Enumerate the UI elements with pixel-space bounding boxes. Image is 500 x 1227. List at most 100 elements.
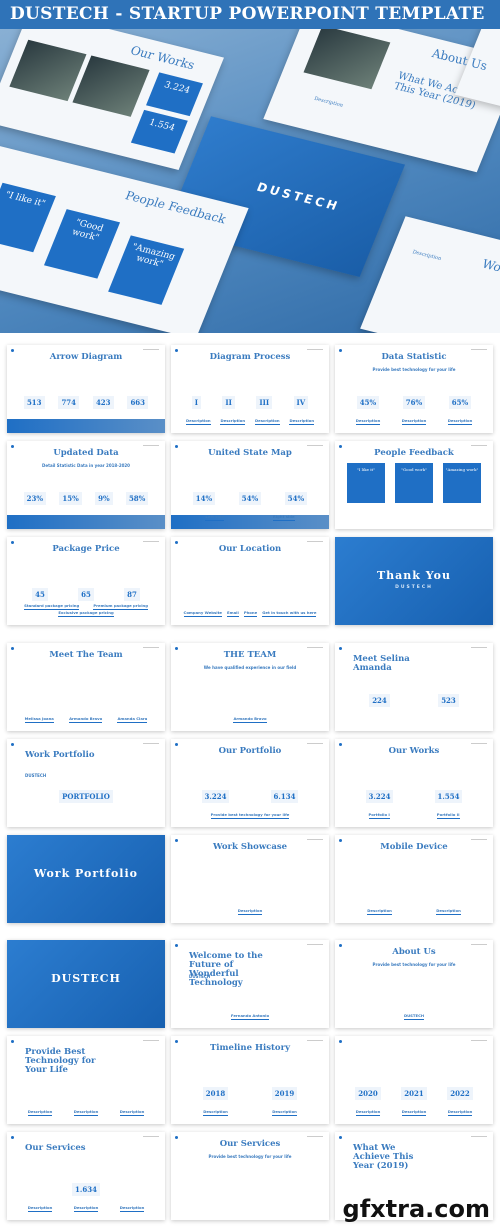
slide-label: Fernando Antonio <box>230 1013 270 1020</box>
slide-header-line <box>471 647 487 648</box>
quote-card: "Good work" <box>395 463 433 503</box>
slide-title: DUSTECH <box>51 972 121 985</box>
photo-band <box>7 419 165 433</box>
slide-thumbnail[interactable]: Provide Best Technology for Your Life Des… <box>7 1036 165 1124</box>
slide-thumbnail[interactable]: THE TEAM We have qualified experience in … <box>171 643 329 731</box>
slide-subtitle: Detail Statistic Data in year 2018-2020 <box>42 463 130 468</box>
hero-our-works-slide: Our Works 3.224 1.554 <box>0 9 224 171</box>
slide-header-line <box>471 1040 487 1041</box>
slide-title: Work Portfolio <box>25 750 95 760</box>
slide-thumbnail[interactable]: Our Location Company Website Email Phone Get… <box>171 537 329 625</box>
slide-label: DUSTECH <box>403 1013 425 1020</box>
slide-thumbnail[interactable]: Package Price 45 65 87 Standard package pric… <box>7 537 165 625</box>
label-row: Description Description Description Descrip… <box>181 418 319 425</box>
slide-label: Description <box>447 1109 473 1116</box>
slide-title: Arrow Diagram <box>49 352 123 362</box>
slide-thumbnail[interactable]: Diagram Process I II III IV Description Descri… <box>171 345 329 433</box>
slide-label: Description <box>119 1109 145 1116</box>
slide-thumbnail[interactable]: People Feedback "I like it" "Good work" "Am… <box>335 441 493 529</box>
hero-description: Description <box>411 249 443 262</box>
slide-header-line <box>143 445 159 446</box>
slide-thumbnail[interactable]: Work Showcase Description <box>171 835 329 923</box>
slide-title: Meet Selina Amanda <box>353 654 410 673</box>
slide-label: Armando Bravo <box>233 716 267 723</box>
slide-thumbnail[interactable]: 2020 2021 2022 Description Description Descri… <box>335 1036 493 1124</box>
slide-thumbnail[interactable]: About Us Provide best technology for your… <box>335 940 493 1028</box>
stat-value: 523 <box>438 694 459 707</box>
slide-thumbnail[interactable]: Our Services 1.634 Description Description D… <box>7 1132 165 1220</box>
hero-mockup: DUSTECH - STARTUP POWERPOINT TEMPLATE Ou… <box>0 0 500 333</box>
slide-thumbnail[interactable]: Meet Selina Amanda 224 523 <box>335 643 493 731</box>
slide-title: Updated Data <box>53 448 119 458</box>
stat-value: 663 <box>127 396 149 409</box>
slide-thumbnail[interactable]: Updated Data Detail Statistic Data in yea… <box>7 441 165 529</box>
slide-thumbnail[interactable]: Thank You DUSTECH <box>335 537 493 625</box>
quote-card: "Amazing work" <box>443 463 481 503</box>
slide-thumbnail[interactable]: Timeline History 2018 2019 Description Descr… <box>171 1036 329 1124</box>
slide-header-line <box>143 1136 159 1137</box>
slide-thumbnail[interactable]: Our Services Provide best technology for … <box>171 1132 329 1220</box>
slide-title: THE TEAM <box>223 650 277 660</box>
stat-value: 15% <box>59 492 82 505</box>
slide-label: Description <box>73 1109 99 1116</box>
slide-label: Email <box>227 610 239 617</box>
hero-showcase-title: Work Sho <box>480 256 500 284</box>
slide-label: Portfolio II <box>436 812 460 819</box>
slide-thumbnail[interactable]: Work Portfolio <box>7 835 165 923</box>
slide-title: Work Showcase <box>212 842 288 852</box>
stat-row: 45% 76% 65% <box>345 396 483 409</box>
label-row: Description Description Description <box>345 418 483 425</box>
slide-label: Company Website <box>183 610 222 617</box>
slide-title: Timeline History <box>209 1043 291 1053</box>
slide-label: Description <box>27 1109 53 1116</box>
slide-thumbnail[interactable]: Mobile Device Description Description <box>335 835 493 923</box>
label-row: Left side Right side <box>181 514 319 521</box>
slide-thumbnail[interactable]: Arrow Diagram 513 774 423 663 <box>7 345 165 433</box>
slide-label: Description <box>73 1205 99 1212</box>
slide-title: Our Services <box>25 1143 86 1153</box>
slide-thumbnail[interactable]: Work Portfolio DUSTECH PORTFOLIO <box>7 739 165 827</box>
slide-thumbnail[interactable]: Our Works 3.224 1.554 Portfolio I Portfolio … <box>335 739 493 827</box>
hero-showcase-slide: Work Sho Description <box>360 216 500 333</box>
slide-label: Description <box>401 418 427 425</box>
slide-title: About Us <box>392 947 436 957</box>
slide-label: Description <box>237 908 263 915</box>
slide-label: Description <box>289 418 315 425</box>
stat-value: 1.554 <box>434 790 463 803</box>
slide-thumbnail[interactable]: Our Portfolio 3.224 6.134 Provide best tech… <box>171 739 329 827</box>
slide-label: Premium package pricing <box>93 603 148 610</box>
stat-row: 2020 2021 2022 <box>345 1087 483 1100</box>
slide-dot <box>11 1040 14 1043</box>
slide-title: Welcome to the Future of Wonderful Techn… <box>189 951 263 988</box>
slide-title: Our Portfolio <box>218 746 282 756</box>
stat-value: PORTFOLIO <box>59 790 113 803</box>
label-row: Description Description Description <box>17 1109 155 1116</box>
slide-label: Amanda Clara <box>117 716 148 723</box>
slide-label: Phone <box>243 610 258 617</box>
slide-label: Description <box>220 418 246 425</box>
slide-thumbnail[interactable]: Welcome to the Future of Wonderful Techn… <box>171 940 329 1028</box>
quote-row: "I like it" "Good work" "Amazing work" <box>347 463 481 503</box>
slide-label: Description <box>203 1109 228 1116</box>
stat-value: 54% <box>238 492 262 505</box>
stat-value: II <box>222 396 235 409</box>
label-row: Description Description Description <box>345 1109 483 1116</box>
stat-value: 3.224 <box>201 790 230 803</box>
slide-header-line <box>307 743 323 744</box>
label-row: Company Website Email Phone Get in touch wi… <box>181 610 319 617</box>
stat-value: III <box>256 396 273 409</box>
stat-row: 3.224 1.554 <box>345 790 483 803</box>
slide-thumbnail[interactable]: DUSTECH <box>7 940 165 1028</box>
slide-label: Description <box>27 1205 53 1212</box>
slide-thumbnail[interactable]: Data Statistic Provide best technology fo… <box>335 345 493 433</box>
slide-thumbnail[interactable]: United State Map 14% 54% 54% Left side Right … <box>171 441 329 529</box>
slide-title: Our Services <box>219 1139 281 1149</box>
slide-header-line <box>471 445 487 446</box>
slide-header-line <box>143 541 159 542</box>
hero-quote: "I like it" <box>0 182 56 253</box>
slide-subtitle: DUSTECH <box>395 585 433 590</box>
slide-label: Armando Bravo <box>69 716 103 723</box>
slide-header-line <box>307 445 323 446</box>
hero-stat-a: 3.224 <box>146 72 203 117</box>
slide-thumbnail[interactable]: Meet The Team Melissa Joana Armando Bravo A… <box>7 643 165 731</box>
